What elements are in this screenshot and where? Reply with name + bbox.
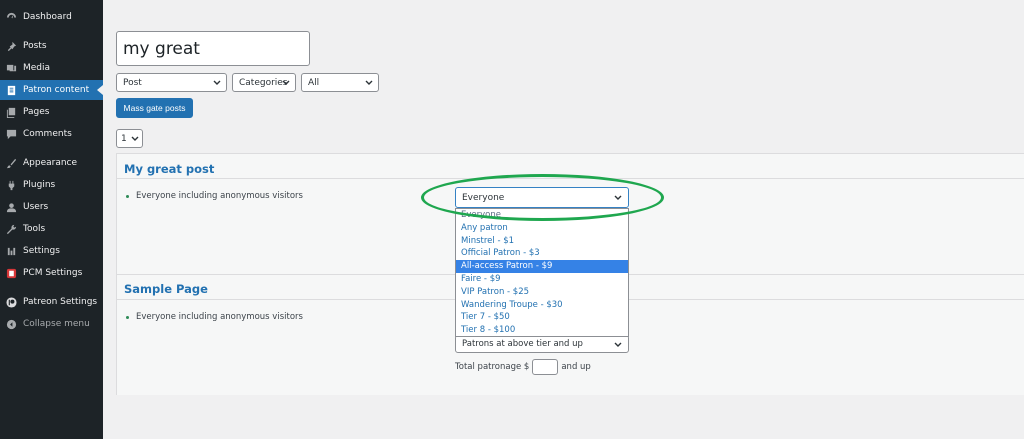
sidebar-item-label: Appearance: [23, 158, 78, 168]
page-icon: [5, 84, 17, 96]
sidebar-item-label: Comments: [23, 129, 72, 139]
pcm-icon: [5, 267, 17, 279]
wrench-icon: [5, 223, 17, 235]
tier-mode-select[interactable]: Patrons at above tier and up: [455, 335, 629, 353]
sidebar-item-label: Patreon Settings: [23, 297, 98, 307]
sidebar-item-label: Media: [23, 63, 51, 73]
category-value: Categories: [239, 77, 288, 88]
sidebar-item-settings[interactable]: Settings: [0, 241, 103, 261]
sidebar-item-label: PCM Settings: [23, 268, 83, 278]
status-value: All: [308, 77, 320, 88]
comment-icon: [5, 128, 17, 140]
page-value: 1: [121, 133, 127, 144]
dropdown-option[interactable]: VIP Patron - $25: [456, 286, 628, 299]
dropdown-option[interactable]: Tier 8 - $100: [456, 324, 628, 337]
sidebar-item-label: Users: [23, 202, 49, 212]
panel-divider: [117, 178, 1024, 179]
sidebar-item-label: Settings: [23, 246, 60, 256]
dropdown-option[interactable]: Tier 7 - $50: [456, 311, 628, 324]
sidebar-item-pages[interactable]: Pages: [0, 102, 103, 122]
sidebar-item-label: Tools: [23, 224, 46, 234]
access-dropdown-list: Everyone Any patron Minstrel - $1 Offici…: [455, 208, 629, 337]
dropdown-option-selected[interactable]: All-access Patron - $9: [456, 260, 628, 273]
dropdown-option[interactable]: Official Patron - $3: [456, 247, 628, 260]
collapse-icon: [5, 318, 17, 330]
access-description: Everyone including anonymous visitors: [126, 191, 303, 201]
sidebar-item-tools[interactable]: Tools: [0, 219, 103, 239]
sidebar-item-label: Plugins: [23, 180, 56, 190]
sidebar-item-appearance[interactable]: Appearance: [0, 153, 103, 173]
pin-icon: [5, 40, 17, 52]
sidebar-item-patreon-settings[interactable]: Patreon Settings: [0, 292, 103, 312]
sidebar-item-comments[interactable]: Comments: [0, 124, 103, 144]
total-patronage-row: Total patronage $ and up: [455, 359, 591, 375]
page-select[interactable]: 1: [116, 129, 143, 148]
brush-icon: [5, 157, 17, 169]
sidebar-item-label: Pages: [23, 107, 50, 117]
sidebar-item-dashboard[interactable]: Dashboard: [0, 7, 103, 27]
page-title: Sample Page: [124, 282, 208, 296]
search-input[interactable]: [116, 31, 310, 66]
sidebar-item-label: Posts: [23, 41, 47, 51]
access-text: Everyone including anonymous visitors: [136, 312, 303, 322]
total-patronage-input[interactable]: [532, 359, 559, 375]
post-title: My great post: [124, 162, 215, 176]
sidebar-item-label: Dashboard: [23, 12, 72, 22]
sidebar-item-plugins[interactable]: Plugins: [0, 175, 103, 195]
dropdown-option[interactable]: Everyone: [456, 209, 628, 222]
patreon-icon: [5, 296, 17, 308]
admin-sidebar: Dashboard Posts Media Patron content Pag…: [0, 0, 103, 439]
chevron-down-icon: [282, 79, 290, 86]
sidebar-item-users[interactable]: Users: [0, 197, 103, 217]
access-select-value: Everyone: [462, 192, 505, 203]
plugin-icon: [5, 179, 17, 191]
dropdown-option[interactable]: Faire - $9: [456, 273, 628, 286]
settings-icon: [5, 245, 17, 257]
chevron-down-icon: [614, 194, 622, 204]
dropdown-option[interactable]: Minstrel - $1: [456, 235, 628, 248]
pages-icon: [5, 106, 17, 118]
chevron-down-icon: [213, 79, 221, 86]
sidebar-item-label: Collapse menu: [23, 319, 90, 329]
chevron-down-icon: [365, 79, 373, 86]
bullet-icon: [126, 315, 129, 319]
dropdown-option[interactable]: Wandering Troupe - $30: [456, 299, 628, 312]
chevron-down-icon: [131, 135, 139, 142]
dropdown-option[interactable]: Any patron: [456, 222, 628, 235]
tier-mode-value: Patrons at above tier and up: [462, 339, 583, 349]
access-description: Everyone including anonymous visitors: [126, 312, 303, 322]
status-select[interactable]: All: [301, 73, 379, 92]
sidebar-item-posts[interactable]: Posts: [0, 36, 103, 56]
post-type-value: Post: [123, 77, 142, 88]
media-icon: [5, 62, 17, 74]
dashboard-icon: [5, 11, 17, 23]
category-select[interactable]: Categories: [232, 73, 296, 92]
chevron-down-icon: [614, 341, 622, 351]
user-icon: [5, 201, 17, 213]
sidebar-item-media[interactable]: Media: [0, 58, 103, 78]
sidebar-item-label: Patron content: [23, 85, 90, 95]
access-select[interactable]: Everyone: [455, 187, 629, 208]
access-text: Everyone including anonymous visitors: [136, 191, 303, 201]
sidebar-item-pcm-settings[interactable]: PCM Settings: [0, 263, 103, 283]
total-prefix: Total patronage $: [455, 362, 530, 372]
post-type-select[interactable]: Post: [116, 73, 227, 92]
sidebar-collapse-menu[interactable]: Collapse menu: [0, 314, 103, 334]
mass-gate-posts-button[interactable]: Mass gate posts: [116, 98, 193, 118]
sidebar-item-patron-content[interactable]: Patron content: [0, 80, 103, 100]
bullet-icon: [126, 194, 129, 198]
total-suffix: and up: [561, 362, 591, 372]
